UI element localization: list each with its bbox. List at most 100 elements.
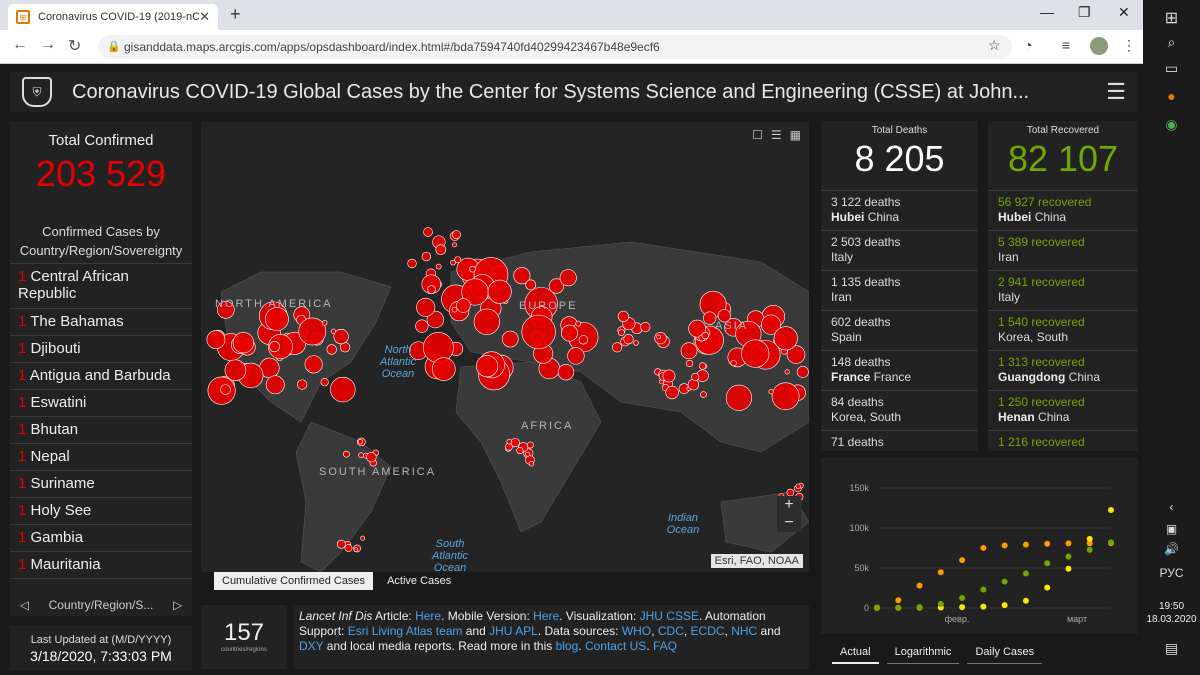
browser-tab[interactable]: ⊞ Coronavirus COVID-19 (2019-nCoV) ✕ (8, 4, 218, 30)
recovered-list-item[interactable]: 1 540 recovered Korea, South (988, 310, 1138, 350)
chart-point-total-recovered[interactable] (980, 586, 987, 593)
case-bubble[interactable] (617, 310, 630, 322)
case-bubble[interactable] (456, 298, 471, 313)
deaths-list-item[interactable]: 3 122 deaths Hubei China (821, 190, 978, 230)
close-window-button[interactable]: ✕ (1118, 4, 1130, 21)
chart-point-mainland-china[interactable] (980, 544, 987, 551)
browser-menu-icon[interactable]: ⋮ (1122, 37, 1136, 54)
case-bubble[interactable] (320, 378, 329, 387)
chart-point-total-recovered[interactable] (895, 604, 902, 611)
legend-list-icon[interactable]: ☰ (771, 128, 782, 142)
deaths-list-item[interactable]: 84 deaths Korea, South (821, 390, 978, 430)
deaths-list-item[interactable]: 602 deaths Spain (821, 310, 978, 350)
hamburger-menu-icon[interactable]: ☰ (1106, 79, 1126, 105)
chart-point-total-recovered[interactable] (937, 600, 944, 607)
chart-point-other-locations[interactable] (1044, 584, 1051, 591)
reload-icon[interactable]: ↻ (68, 36, 81, 56)
info-link-nhc[interactable]: NHC (731, 624, 757, 638)
case-bubble[interactable] (784, 369, 790, 375)
chart-point-mainland-china[interactable] (1001, 542, 1008, 549)
case-bubble[interactable] (265, 375, 285, 395)
tab-logarithmic[interactable]: Logarithmic (886, 642, 960, 664)
info-link-ecdc[interactable]: ECDC (691, 624, 725, 638)
forward-icon[interactable]: → (40, 36, 56, 54)
case-bubble[interactable] (360, 535, 366, 541)
case-bubble[interactable] (358, 452, 364, 458)
recovered-list-item[interactable]: 1 313 recovered Guangdong China (988, 350, 1138, 390)
case-bubble[interactable] (662, 369, 676, 383)
task-view-icon[interactable]: ▭ (1143, 60, 1200, 77)
chart-point-mainland-china[interactable] (1044, 540, 1051, 547)
network-icon[interactable]: ▣ (1143, 522, 1200, 536)
case-bubble[interactable] (344, 544, 353, 552)
bookmark-star-icon[interactable]: ☆ (988, 37, 1001, 54)
chart-point-total-recovered[interactable] (1086, 546, 1093, 553)
chart-point-other-locations[interactable] (1022, 597, 1029, 604)
case-bubble[interactable] (451, 230, 461, 240)
case-bubble[interactable] (427, 285, 436, 294)
case-bubble[interactable] (366, 451, 377, 463)
case-bubble[interactable] (796, 365, 809, 378)
world-map[interactable]: NORTH AMERICA SOUTH AMERICA EUROPE ASIA … (201, 122, 809, 572)
case-bubble[interactable] (330, 328, 336, 334)
zoom-out-button[interactable]: − (777, 514, 801, 532)
back-icon[interactable]: ← (12, 36, 28, 54)
case-bubble[interactable] (415, 319, 429, 333)
chart-point-total-recovered[interactable] (1001, 578, 1008, 585)
extension-icon[interactable]: ◔ (1024, 37, 1032, 53)
info-link-cdc[interactable]: CDC (658, 624, 684, 638)
recovered-list-item[interactable]: 56 927 recovered Hubei China (988, 190, 1138, 230)
case-bubble[interactable] (561, 324, 578, 342)
new-tab-button[interactable]: + (230, 4, 241, 25)
chart-point-other-locations[interactable] (980, 603, 987, 610)
case-bubble[interactable] (435, 244, 447, 256)
info-link-contact[interactable]: Contact US (585, 639, 646, 653)
chart-point-mainland-china[interactable] (959, 557, 966, 564)
info-link-jhu-apl[interactable]: JHU APL (489, 624, 538, 638)
country-list-item[interactable]: 1 The Bahamas (10, 309, 192, 336)
chrome-icon[interactable]: ◉ (1143, 116, 1200, 133)
case-bubble[interactable] (343, 450, 350, 458)
language-indicator[interactable]: РУС (1143, 566, 1200, 580)
case-bubble[interactable] (297, 379, 308, 390)
tab-cumulative-confirmed[interactable]: Cumulative Confirmed Cases (214, 572, 374, 590)
chart-point-mainland-china[interactable] (937, 569, 944, 576)
case-bubble[interactable] (665, 385, 679, 400)
chart-point-other-locations[interactable] (959, 604, 966, 611)
chart-point-mainland-china[interactable] (916, 582, 923, 589)
case-bubble[interactable] (206, 330, 226, 350)
case-bubble[interactable] (680, 342, 698, 360)
case-bubble[interactable] (321, 320, 328, 326)
chart-point-mainland-china[interactable] (1022, 541, 1029, 548)
case-bubble[interactable] (557, 363, 575, 381)
case-bubble[interactable] (421, 251, 432, 262)
case-bubble[interactable] (741, 339, 770, 368)
info-link-mobile[interactable]: Here (533, 609, 559, 623)
country-list-item[interactable]: 1 Djibouti (10, 336, 192, 363)
case-bubble[interactable] (304, 355, 323, 374)
case-bubble[interactable] (435, 263, 442, 270)
case-bubble[interactable] (612, 342, 623, 353)
chart-point-total-recovered[interactable] (1108, 539, 1114, 546)
taskbar-clock[interactable]: 19:50 18.03.2020 (1143, 600, 1200, 626)
case-bubble[interactable] (506, 438, 513, 445)
case-bubble[interactable] (422, 332, 454, 363)
case-bubble[interactable] (353, 547, 359, 552)
info-link-dxy[interactable]: DXY (299, 639, 323, 653)
recovered-list-item[interactable]: 1 250 recovered Henan China (988, 390, 1138, 430)
basemap-grid-icon[interactable]: ▦ (790, 128, 801, 142)
case-bubble[interactable] (691, 372, 700, 381)
chart-point-total-recovered[interactable] (959, 594, 966, 601)
recovered-list-item[interactable]: 2 941 recovered Italy (988, 270, 1138, 310)
chart-point-total-recovered[interactable] (874, 604, 880, 611)
case-bubble[interactable] (510, 437, 520, 448)
country-list-item[interactable]: 1 Bhutan (10, 417, 192, 444)
windows-start-icon[interactable]: ⊞ (1143, 8, 1200, 28)
country-list-item[interactable]: 1 Nepal (10, 444, 192, 471)
case-bubble[interactable] (623, 334, 634, 345)
chart-point-mainland-china[interactable] (895, 597, 902, 604)
case-bubble[interactable] (501, 330, 519, 348)
case-bubble[interactable] (516, 447, 524, 455)
tab-actual[interactable]: Actual (832, 642, 879, 664)
volume-icon[interactable]: 🔊 (1143, 542, 1200, 556)
